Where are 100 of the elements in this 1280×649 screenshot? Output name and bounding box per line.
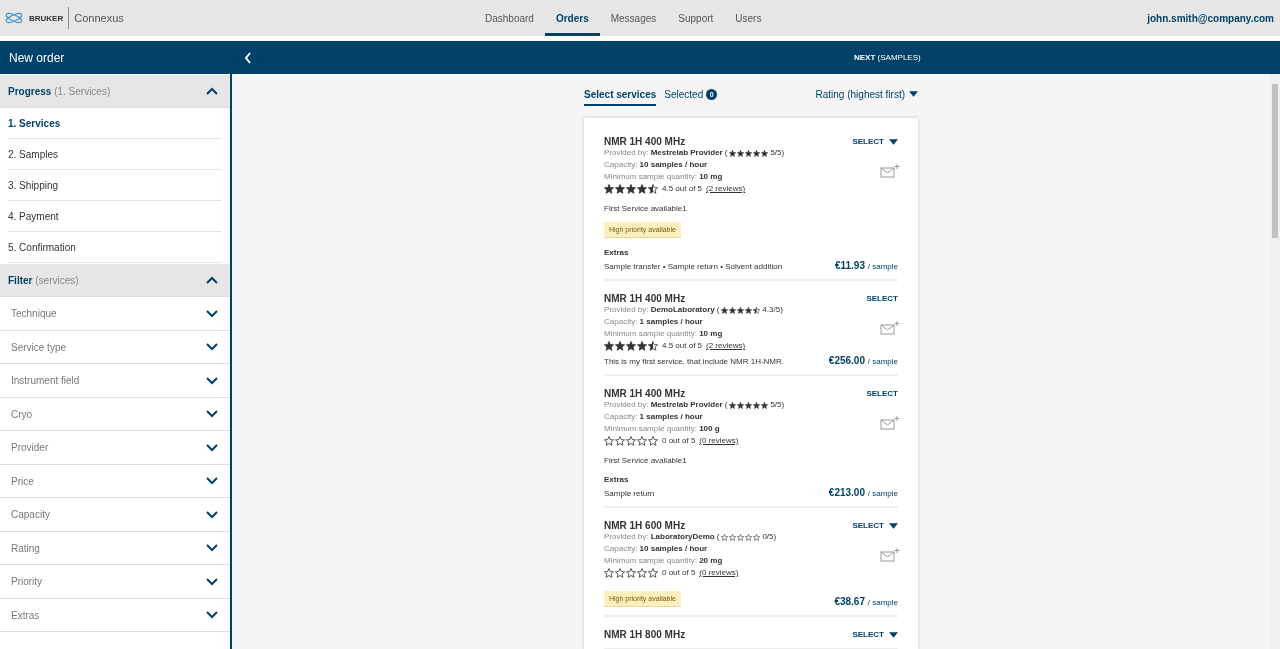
select-button[interactable]: SELECT bbox=[866, 389, 898, 398]
mail-plus-icon[interactable] bbox=[880, 415, 900, 431]
price: €11.93 / sample bbox=[834, 260, 898, 271]
star-icon bbox=[648, 436, 658, 446]
filter-item[interactable]: Rating bbox=[0, 531, 230, 565]
star-icon bbox=[615, 568, 625, 578]
chevron-icon bbox=[206, 376, 218, 385]
provider-rating: 4.3/5) bbox=[762, 304, 783, 316]
filter-item[interactable]: Technique bbox=[0, 297, 230, 331]
star-icon bbox=[604, 436, 614, 446]
star-icon bbox=[615, 341, 625, 351]
chevron-icon bbox=[206, 510, 218, 519]
nav-tab[interactable]: Users bbox=[724, 0, 773, 36]
capacity-line: Capacity: 1 samples / hour bbox=[604, 411, 704, 423]
reviews-link[interactable]: (2 reviews) bbox=[706, 183, 746, 195]
extras-list: Sample transfer • Sample return • Solvent addition bbox=[604, 262, 783, 271]
progress-step[interactable]: 2. Samples bbox=[8, 139, 222, 170]
star-icon bbox=[637, 184, 647, 194]
capacity-line: Capacity: 1 samples / hour bbox=[604, 316, 704, 328]
select-button[interactable]: SELECT bbox=[866, 294, 898, 303]
provider-text: Provided by: DemoLaboratory bbox=[604, 304, 715, 316]
service-title: NMR 1H 400 MHz bbox=[604, 136, 686, 147]
provider-rating: 5/5) bbox=[770, 147, 785, 159]
select-button[interactable]: SELECT bbox=[852, 630, 898, 639]
filter-item[interactable]: Priority bbox=[0, 565, 230, 599]
filter-item[interactable]: Extras bbox=[0, 598, 230, 632]
provider-text: Provided by: Mestrelab Provider bbox=[604, 147, 723, 159]
star-icon bbox=[604, 568, 614, 578]
mail-plus-icon[interactable] bbox=[880, 547, 900, 563]
filter-item[interactable]: Cryo bbox=[0, 397, 230, 431]
star-icon bbox=[615, 436, 625, 446]
filter-item[interactable]: Service type bbox=[0, 330, 230, 364]
min-quantity-line: Minimum sample quantity: 10 mg bbox=[604, 171, 724, 183]
reviews-link[interactable]: (0 reviews) bbox=[699, 435, 739, 447]
min-quantity-line: Minimum sample quantity: 100 g bbox=[604, 423, 721, 435]
capacity-line: Capacity: 10 samples / hour bbox=[604, 543, 709, 555]
progress-step[interactable]: 1. Services bbox=[8, 108, 222, 139]
back-icon bbox=[244, 51, 252, 64]
star-icon bbox=[637, 568, 647, 578]
filter-item[interactable]: Provider bbox=[0, 431, 230, 465]
chevron-icon bbox=[206, 410, 218, 419]
select-button[interactable]: SELECT bbox=[852, 521, 898, 530]
tab[interactable]: Select services bbox=[584, 82, 657, 106]
section-title: Progress (1. Services) bbox=[8, 85, 111, 97]
filter-item[interactable]: Capacity bbox=[0, 498, 230, 532]
nav-tab[interactable]: Messages bbox=[599, 0, 668, 36]
mail-plus-icon[interactable] bbox=[880, 163, 900, 179]
service-description: This is my first service, that include NMR 1H-NMR. bbox=[604, 357, 785, 366]
capacity-line: Capacity: 10 samples / hour bbox=[604, 159, 709, 171]
scrollbar[interactable] bbox=[1270, 74, 1280, 649]
service-title: NMR 1H 800 MHz bbox=[604, 629, 686, 640]
star-icon bbox=[626, 436, 636, 446]
filter-header[interactable]: Filter (services) bbox=[0, 263, 230, 297]
caret-icon bbox=[889, 631, 898, 638]
chevron-icon bbox=[206, 343, 218, 352]
product-name: Connexus bbox=[74, 12, 124, 24]
service-description: First Service available1 bbox=[604, 456, 688, 465]
min-quantity-line: Minimum sample quantity: 10 mg bbox=[604, 328, 724, 340]
next-button[interactable]: NEXT (SAMPLES) bbox=[848, 52, 927, 63]
chevron-icon bbox=[206, 611, 218, 620]
price: €38.67 / sample bbox=[834, 596, 898, 607]
chevron-icon bbox=[206, 276, 218, 284]
paren-text: ( bbox=[716, 531, 720, 543]
star-icon bbox=[648, 341, 658, 351]
progress-step[interactable]: 4. Payment bbox=[8, 201, 222, 232]
reviews-link[interactable]: (2 reviews) bbox=[706, 340, 746, 352]
chevron-icon bbox=[206, 577, 218, 586]
service-title: NMR 1H 400 MHz bbox=[604, 293, 686, 304]
caret-icon bbox=[909, 91, 918, 97]
select-button[interactable]: SELECT bbox=[852, 137, 898, 146]
brand-logo: BRUKER bbox=[29, 13, 64, 23]
nav-tab[interactable]: Support bbox=[667, 0, 725, 36]
paren-text: ( bbox=[716, 304, 720, 316]
nav-tab[interactable]: Dashboard bbox=[474, 0, 545, 36]
star-icon bbox=[637, 436, 647, 446]
reviews-link[interactable]: (0 reviews) bbox=[699, 567, 739, 579]
price: €213.00 / sample bbox=[828, 487, 898, 498]
extras-title: Extras bbox=[604, 248, 630, 257]
min-quantity-line: Minimum sample quantity: 20 mg bbox=[604, 555, 724, 567]
chevron-icon bbox=[206, 544, 218, 553]
star-icon bbox=[604, 341, 614, 351]
star-icon bbox=[637, 341, 647, 351]
filter-item[interactable]: Price bbox=[0, 464, 230, 498]
rating-text: 0 out of 5 bbox=[662, 567, 696, 579]
sort-dropdown[interactable]: Rating (highest first) bbox=[815, 88, 918, 100]
extras-list: Sample return bbox=[604, 489, 655, 498]
star-icon bbox=[626, 184, 636, 194]
rating-text: 0 out of 5 bbox=[662, 435, 696, 447]
price: €256.00 / sample bbox=[828, 355, 898, 366]
filter-item[interactable]: Instrument field bbox=[0, 364, 230, 398]
progress-header[interactable]: Progress (1. Services) bbox=[0, 74, 230, 108]
progress-step[interactable]: 3. Shipping bbox=[8, 170, 222, 201]
mail-plus-icon[interactable] bbox=[880, 320, 900, 336]
provider-rating: 0/5) bbox=[762, 531, 777, 543]
caret-icon bbox=[889, 138, 898, 145]
provider-text: Provided by: LaboratoryDemo bbox=[604, 531, 715, 543]
atom-logo-icon bbox=[4, 11, 24, 25]
user-email[interactable]: john.smith@company.com bbox=[1147, 12, 1274, 24]
page-title: New order bbox=[8, 50, 66, 65]
star-icon bbox=[615, 184, 625, 194]
